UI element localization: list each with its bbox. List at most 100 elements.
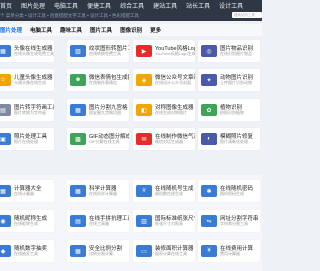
tool-desc: 朋友圈九宫格切图	[89, 110, 121, 115]
tool-desc: 比例分割计算	[89, 251, 113, 256]
tool-icon: ▶	[136, 45, 152, 57]
tab-more[interactable]: 更多	[150, 26, 161, 34]
tool-desc: 在线科学计算器	[89, 191, 117, 196]
tool-desc: 在线生成对称图片	[155, 110, 187, 115]
menu-item-webmaster[interactable]: 站长工具	[186, 1, 210, 10]
tool-icon: ▣	[0, 133, 11, 145]
tool-desc: 在线工具箱	[89, 221, 109, 226]
tool-card[interactable]: ◎ 图片物品识别 在线识别图片物品	[198, 40, 260, 62]
tool-icon: ✿	[201, 104, 217, 116]
tool-desc: 照片清晰化处理	[220, 139, 248, 144]
tool-card[interactable]: ▶YouTube风格Logo生成YouTube风格Logo生成	[133, 40, 195, 62]
tool-card[interactable]: ▩GIF动态图分解成静态GIF分解在线工具	[67, 128, 129, 150]
tool-desc: 纸张尺寸对照表	[155, 221, 183, 226]
tool-card[interactable]: ◉ 随机昵称生成 在线昵称生成	[0, 210, 54, 232]
tab-computer-tools[interactable]: 电脑工具	[30, 26, 52, 34]
menu-item-convenient[interactable]: 便捷工具	[87, 1, 111, 10]
tool-icon: ▤	[0, 104, 11, 116]
tool-card[interactable]: ◐ 模糊照片修复 照片清晰化处理	[198, 128, 260, 150]
tool-desc: 面积计算在线工具	[155, 251, 187, 256]
tool-card[interactable]: ✿ 植物识别 拍照识别植物	[198, 99, 260, 121]
tool-card[interactable]: ▦ 安全比例分割 比例分割计算	[67, 240, 129, 262]
tool-desc: 在线识别图片物品	[220, 51, 252, 56]
tool-desc: 卡通头像在线生成	[14, 80, 46, 85]
tab-fun-tools[interactable]: 趣味工具	[60, 26, 82, 34]
tool-card[interactable]: ⇋ 网址分割字符串 字符串分割工具	[198, 210, 260, 232]
tool-desc: 在线抽奖工具	[14, 251, 38, 256]
tool-icon: ◈	[136, 74, 152, 86]
tool-card[interactable]: ▧纹状图形转图片工具在线转换免费工具	[67, 40, 129, 62]
tool-card[interactable]: ☺ 儿童头像生成器 卡通头像在线生成	[0, 69, 54, 91]
tool-icon: ◧	[136, 104, 152, 116]
tool-desc: 拍照识别植物	[220, 110, 244, 115]
tool-desc: YouTube风格Logo生成	[155, 51, 195, 56]
menu-item-computer[interactable]: 电脑工具	[54, 1, 78, 10]
search-input[interactable]: 搜索站内工具	[232, 12, 262, 18]
tool-card[interactable]: # 在线随机号生成 随机数在线生成	[133, 180, 195, 202]
tool-card[interactable]: ▤在线手拼抗理工具箱在线工具箱	[67, 210, 129, 232]
breadcrumb: 个 菜单分类 • 设计工具 • 创意搭配文字工具 • 设计工具 • 色彩搭配工具	[0, 13, 140, 18]
tool-desc: 照片在线处理	[14, 139, 38, 144]
tool-card[interactable]: ▦ 图片分割九宫格 朋友圈九宫格切图	[67, 99, 129, 121]
tab-image-recognition[interactable]: 图像识别	[120, 26, 142, 34]
tool-card[interactable]: ◆ 随机数字抽奖 在线抽奖工具	[0, 240, 54, 262]
tool-icon: ▤	[70, 215, 86, 227]
tool-card[interactable]: ▦ 科学计算器 在线科学计算器	[67, 180, 129, 202]
tool-desc: 图片转换为字符画	[14, 110, 46, 115]
top-navigation-bar: 首页 图片处理 电脑工具 便捷工具 综合工具 建站工具 站长工具 设计工具 个 …	[0, 0, 262, 21]
tool-icon: ▩	[70, 133, 86, 145]
tool-desc: 微信对话生成器	[155, 139, 183, 144]
tool-icon: ◎	[201, 45, 217, 57]
menu-item-design[interactable]: 设计工具	[219, 1, 243, 10]
tool-icon: ▧	[70, 45, 86, 57]
tool-icon: #	[136, 185, 152, 197]
tool-desc: GIF分解在线工具	[89, 139, 120, 144]
tool-icon: ☻	[70, 74, 86, 86]
tool-card[interactable]: ✉在线制作微信气泡图微信对话生成器	[133, 128, 195, 150]
tool-card[interactable]: ◈微信公众号文章封面在线设计公众号封面	[133, 69, 195, 91]
tool-icon: ◐	[201, 133, 217, 145]
tab-image-processing[interactable]: 图片处理	[0, 26, 22, 34]
tool-desc: 在线制作表情包	[89, 80, 117, 85]
tool-icon: ▥	[136, 215, 152, 227]
tool-card[interactable]: ▣ 照片处理工具 照片在线处理	[0, 128, 54, 150]
tool-card[interactable]: ✱ 在线随机密码 随机密码生成	[198, 180, 260, 202]
tab-image-tools[interactable]: 图片工具	[90, 26, 112, 34]
menu-item-general[interactable]: 综合工具	[120, 1, 144, 10]
tool-card[interactable]: ▥ 国际标准纸张尺寸 纸张尺寸对照表	[133, 210, 195, 232]
menu-item-site[interactable]: 建站工具	[153, 1, 177, 10]
tool-desc: 随机密码生成	[220, 191, 244, 196]
menu-item-home[interactable]: 首页	[0, 1, 12, 10]
tool-icon: ▦	[70, 245, 86, 257]
tool-desc: 在线转换免费工具	[89, 51, 121, 56]
main-menu: 首页 图片处理 电脑工具 便捷工具 综合工具 建站工具 站长工具 设计工具	[0, 0, 252, 11]
menu-item-image[interactable]: 图片处理	[21, 1, 45, 10]
tool-icon: ✉	[136, 133, 152, 145]
tool-icon: ☺	[0, 74, 11, 86]
tool-desc: 在线设计公众号封面	[155, 80, 191, 85]
tool-icon: ⇋	[201, 215, 217, 227]
tool-desc: 在线头像生成免费工具	[14, 51, 54, 56]
tool-card[interactable]: ✦ 动物图片识别 上传图片识别动物	[198, 69, 260, 91]
tool-desc: 随机数在线生成	[155, 191, 183, 196]
tool-desc: 字符串分割工具	[220, 221, 248, 226]
tool-icon: ¥	[201, 245, 217, 257]
tool-icon: ▦	[70, 185, 86, 197]
tool-icon: ✱	[201, 185, 217, 197]
tool-card[interactable]: ▤ 图片转字符画工具 图片转换为字符画	[0, 99, 54, 121]
tool-icon: ◆	[0, 245, 11, 257]
tool-card[interactable]: ¥ 在线费用计算 费用计算器	[198, 240, 260, 262]
tool-desc: 费用计算器	[220, 251, 240, 256]
tool-icon: ▦	[0, 45, 11, 57]
tool-card[interactable]: ◧ 对称图像生成器 在线生成对称图片	[133, 99, 195, 121]
tool-card[interactable]: ☻ 微信表情包生成器 在线制作表情包	[67, 69, 129, 91]
tool-card[interactable]: ▦ 头像在线生成器 在线头像生成免费工具	[0, 40, 54, 62]
tool-desc: 在线计算器	[14, 191, 34, 196]
tool-icon: ✦	[201, 74, 217, 86]
tool-card[interactable]: ▭ 装修面积计算器 面积计算在线工具	[133, 240, 195, 262]
tool-icon: ▦	[0, 185, 11, 197]
tool-icon: ▦	[70, 104, 86, 116]
tool-card[interactable]: ▦ 计算器大全 在线计算器	[0, 180, 54, 202]
category-tabs: 图片处理 电脑工具 趣味工具 图片工具 图像识别 更多	[0, 24, 262, 36]
tool-icon: ◉	[0, 215, 11, 227]
